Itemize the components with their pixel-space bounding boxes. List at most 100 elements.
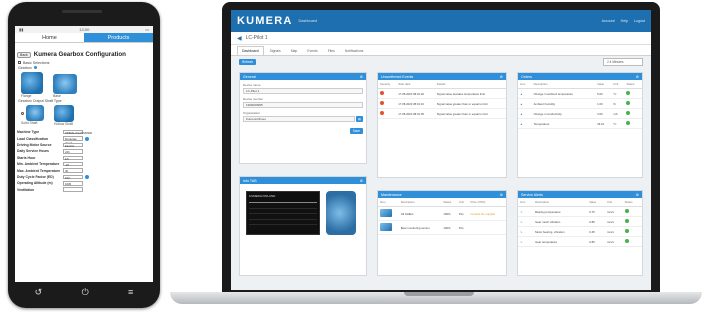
table-row[interactable]: 17.08.2020 08:01:20 Signal value deviates… bbox=[378, 88, 506, 99]
logout-link[interactable]: Logout bbox=[634, 19, 645, 23]
help-link[interactable]: Help bbox=[621, 19, 628, 23]
general-panel-title: General bbox=[243, 74, 256, 79]
tab-notifications[interactable]: Notifications bbox=[341, 47, 367, 55]
table-row[interactable]: ∿ Motor bearing, vibration 0.45 mm/s bbox=[518, 226, 642, 237]
status-ok-icon bbox=[626, 101, 631, 105]
tab-dashboard[interactable]: Dashboard bbox=[237, 46, 264, 55]
table-row[interactable]: 17.08.2020 08:01:10 Signal value greater … bbox=[378, 98, 506, 109]
radio-icon[interactable] bbox=[21, 111, 24, 115]
kumera-logo[interactable]: KUMERA bbox=[237, 15, 292, 27]
shaft-option-label: Solid Shaft bbox=[21, 121, 38, 125]
gearbox-option-base[interactable]: Base bbox=[53, 72, 77, 98]
gearbox-flange-image[interactable] bbox=[21, 72, 43, 94]
orders-table: Icon Description Value Unit Status ▲ Chan… bbox=[518, 80, 642, 129]
form-select[interactable]: Moderate shock bbox=[63, 136, 83, 145]
severity-cell bbox=[378, 88, 397, 99]
tab-products[interactable]: Products bbox=[84, 33, 153, 42]
value-cell: 0.80 bbox=[587, 236, 606, 247]
item-cell bbox=[378, 206, 399, 221]
time-select[interactable]: 2.4 Minutes bbox=[603, 58, 643, 66]
form-label: Driving Motor Source bbox=[17, 142, 52, 147]
account-link[interactable]: Account bbox=[602, 19, 615, 23]
description-cell: Ambient humidity bbox=[531, 98, 596, 109]
settings-icon[interactable]: ⚙ bbox=[636, 193, 639, 197]
form-select[interactable]: 1/h bbox=[63, 155, 83, 161]
tab-events[interactable]: Events bbox=[303, 47, 321, 55]
back-arrow-icon[interactable]: ◀ bbox=[237, 35, 242, 42]
form-select[interactable] bbox=[63, 187, 83, 192]
nameplate-text: KUMERA FINLAND bbox=[249, 194, 276, 198]
organization-input[interactable]: Kumera Drives bbox=[243, 116, 355, 122]
table-row[interactable]: ∿ Gear mesh vibration 0.89 mm/s bbox=[518, 216, 642, 227]
nameplate-image: KUMERA FINLAND bbox=[246, 191, 320, 235]
gear-icon[interactable]: ⚙ bbox=[360, 75, 363, 79]
home-nav-icon[interactable]: ⏻ bbox=[82, 287, 89, 298]
table-row[interactable]: ▲ Change in conductivity 3.00 mS bbox=[518, 108, 642, 119]
table-row[interactable]: ▲ Temperature 36.01 °C bbox=[518, 118, 642, 129]
breadcrumb: ◀ LC-Pilot 1 bbox=[231, 32, 651, 45]
page-title: Kumera Gearbox Configuration bbox=[33, 51, 126, 58]
device-name-input[interactable]: LC-Pilot 1 bbox=[243, 88, 363, 94]
orders-panel: Orders ⚙ Icon Description Value Unit Sta… bbox=[517, 72, 643, 178]
info-icon[interactable] bbox=[33, 66, 37, 69]
status-cell bbox=[624, 118, 642, 129]
shaft-option-solid[interactable]: Solid Shaft bbox=[21, 105, 44, 127]
tab-files[interactable]: Files bbox=[324, 47, 339, 55]
price-cell: Contact the supplier bbox=[468, 206, 506, 221]
gearbox-base-image[interactable] bbox=[53, 74, 77, 94]
hollow-shaft-image[interactable] bbox=[54, 105, 74, 122]
back-button[interactable]: Back bbox=[17, 51, 31, 58]
info-icon[interactable] bbox=[85, 136, 89, 141]
settings-icon[interactable]: ⚙ bbox=[500, 75, 503, 79]
table-row[interactable]: ∿ Gear temperature 0.80 mm/s bbox=[518, 236, 642, 247]
settings-icon[interactable]: ⚙ bbox=[360, 179, 363, 183]
form-select[interactable]: 100 bbox=[63, 174, 83, 180]
solid-shaft-image[interactable] bbox=[26, 105, 44, 121]
breadcrumb-device: LC-Pilot 1 bbox=[245, 35, 268, 41]
tab-home[interactable]: Home bbox=[15, 33, 84, 42]
notifications-table: Icon Description Value Unit Status ∿ Bear… bbox=[518, 198, 642, 247]
form-select[interactable]: 40 bbox=[63, 168, 83, 173]
form-select[interactable]: 1000 bbox=[63, 181, 83, 186]
menu-nav-icon[interactable]: ≡ bbox=[128, 287, 133, 297]
price-cell bbox=[468, 220, 506, 235]
info-icon[interactable] bbox=[85, 174, 89, 179]
organization-picker-icon[interactable]: ▤ bbox=[355, 116, 363, 122]
form-label: Daily Service Hours bbox=[17, 149, 49, 154]
table-row[interactable]: Bear monitoring sensor 100% Pcs bbox=[378, 220, 506, 235]
status-cell bbox=[624, 108, 642, 119]
basic-selections-checkbox[interactable] bbox=[18, 61, 21, 64]
alert-icon bbox=[380, 91, 384, 95]
table-row[interactable]: ▲ Ambient humidity 1.00% bbox=[518, 98, 642, 109]
table-row[interactable]: Oil SHELL 100% Pcs Contact the supplier bbox=[378, 206, 506, 221]
status-cell bbox=[622, 236, 642, 247]
refresh-button[interactable]: Refresh bbox=[239, 59, 257, 65]
unit-cell: Pcs bbox=[456, 206, 469, 221]
events-panel-title: Unconfirmed Events bbox=[381, 74, 414, 79]
tab-map[interactable]: Map bbox=[287, 47, 302, 55]
settings-icon[interactable]: ⚙ bbox=[500, 193, 503, 197]
status-ok-icon bbox=[624, 239, 629, 243]
status-time: 13:00 bbox=[79, 27, 90, 32]
form-select[interactable]: -20 bbox=[63, 161, 83, 167]
form-select[interactable]: Electric Motor bbox=[63, 142, 83, 152]
nameplate-grid bbox=[249, 202, 317, 230]
table-row[interactable]: 17.08.2020 08:01:05 Signal value greater … bbox=[378, 108, 506, 119]
orders-panel-title: Orders bbox=[521, 74, 532, 79]
save-button[interactable]: Save bbox=[349, 128, 363, 134]
battery-icon: ▭ bbox=[145, 27, 149, 32]
table-row[interactable]: ▲ Change in ambient temperature 5.00 °C bbox=[518, 88, 642, 99]
gearbox-option-flange[interactable]: Flange bbox=[21, 72, 43, 98]
device-number-input[interactable]: 1909020965 bbox=[243, 102, 363, 108]
parts-panel-header: Maintenance ⚙ bbox=[378, 191, 506, 198]
item-cell bbox=[378, 220, 399, 235]
form-select[interactable]: SPIRAL/CLASSIFIER bbox=[63, 129, 92, 135]
table-row[interactable]: ∿ Bearing temperature 0.70 mm/s bbox=[518, 206, 642, 217]
back-nav-icon[interactable]: ↺ bbox=[35, 287, 43, 298]
settings-icon[interactable]: ⚙ bbox=[636, 75, 639, 79]
tab-signals[interactable]: Signals bbox=[266, 47, 285, 55]
dashboard-link[interactable]: Dashboard bbox=[298, 19, 317, 23]
shaft-option-hollow[interactable]: Hollow Shaft bbox=[54, 105, 74, 127]
form-select[interactable]: 24h bbox=[63, 149, 83, 154]
date-cell: 17.08.2020 08:01:20 bbox=[396, 88, 435, 99]
